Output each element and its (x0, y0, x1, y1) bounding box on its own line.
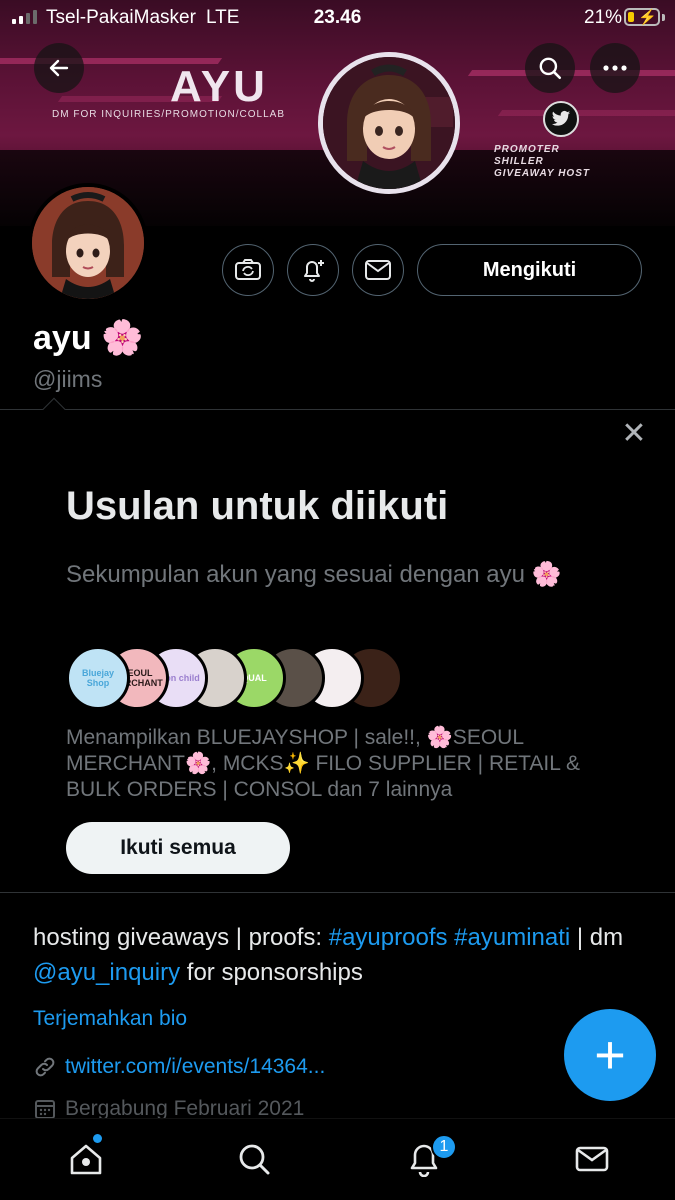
tab-home[interactable] (64, 1137, 108, 1181)
suggestions-title: Usulan untuk diikuti (66, 484, 449, 528)
compose-button[interactable]: + (564, 1009, 656, 1101)
more-horizontal-icon (603, 65, 627, 71)
back-button[interactable] (34, 43, 84, 93)
arrow-left-icon (49, 59, 69, 77)
battery-icon: ⚡ (624, 8, 660, 26)
bottom-tab-bar (0, 1118, 675, 1200)
banner-avatar-image (318, 52, 460, 194)
clock: 23.46 (313, 7, 362, 28)
mail-icon (365, 260, 391, 280)
banner-subtitle: DM FOR INQUIRIES/PROMOTION/COLLAB (52, 109, 286, 120)
search-icon (539, 57, 562, 80)
suggested-avatar[interactable]: Bluejay Shop (66, 646, 130, 710)
profile-handle: @jiims (33, 366, 103, 392)
profile-url-text[interactable]: twitter.com/i/events/14364... (65, 1055, 325, 1079)
home-unread-dot (93, 1134, 102, 1143)
divider (0, 892, 675, 893)
translate-bio-link[interactable]: Terjemahkan bio (33, 1007, 187, 1031)
caret-pointer (42, 397, 66, 421)
notification-badge: 1 (431, 1134, 457, 1160)
banner-title: AYU (170, 62, 268, 111)
bell-plus-icon (304, 260, 324, 282)
follow-all-button[interactable]: Ikuti semua (66, 822, 290, 874)
search-button[interactable] (525, 43, 575, 93)
hashtag-link[interactable]: #ayuminati (454, 924, 570, 951)
following-button[interactable]: Mengikuti (417, 244, 642, 296)
banner-tags: PROMOTER SHILLER GIVEAWAY HOST (494, 144, 590, 179)
more-button[interactable] (590, 43, 640, 93)
camera-switch-icon (235, 259, 261, 280)
mention-link[interactable]: @ayu_inquiry (33, 959, 180, 986)
search-icon (239, 1144, 270, 1175)
mail-icon (575, 1146, 609, 1172)
notify-button[interactable] (287, 244, 339, 296)
tab-search[interactable] (232, 1137, 276, 1181)
tab-messages[interactable] (570, 1137, 614, 1181)
suggested-avatar-label: Bluejay Shop (81, 668, 114, 688)
divider (0, 409, 675, 410)
twitter-bird-icon (543, 101, 579, 137)
close-icon[interactable]: ✕ (620, 419, 648, 449)
camera-switch-button[interactable] (222, 244, 274, 296)
battery-percent: 21% (584, 7, 623, 28)
profile-bio: hosting giveaways | proofs: #ayuproofs #… (33, 924, 624, 986)
link-icon (35, 1057, 55, 1077)
profile-name: ayu 🌸 (33, 319, 144, 357)
hashtag-link[interactable]: #ayuproofs (329, 924, 448, 951)
plus-icon: + (594, 1025, 626, 1085)
suggestions-description: Menampilkan BLUEJAYSHOP | sale!!, 🌸SEOUL… (66, 726, 580, 801)
message-button[interactable] (352, 244, 404, 296)
profile-url[interactable]: twitter.com/i/events/14364... (33, 1055, 325, 1079)
profile-avatar[interactable] (28, 183, 148, 303)
home-icon (70, 1144, 102, 1175)
suggestions-subtitle: Sekumpulan akun yang sesuai dengan ayu 🌸 (66, 561, 562, 588)
status-bar: Tsel-PakaiMasker LTE 23.46 21% ⚡ (0, 0, 675, 36)
